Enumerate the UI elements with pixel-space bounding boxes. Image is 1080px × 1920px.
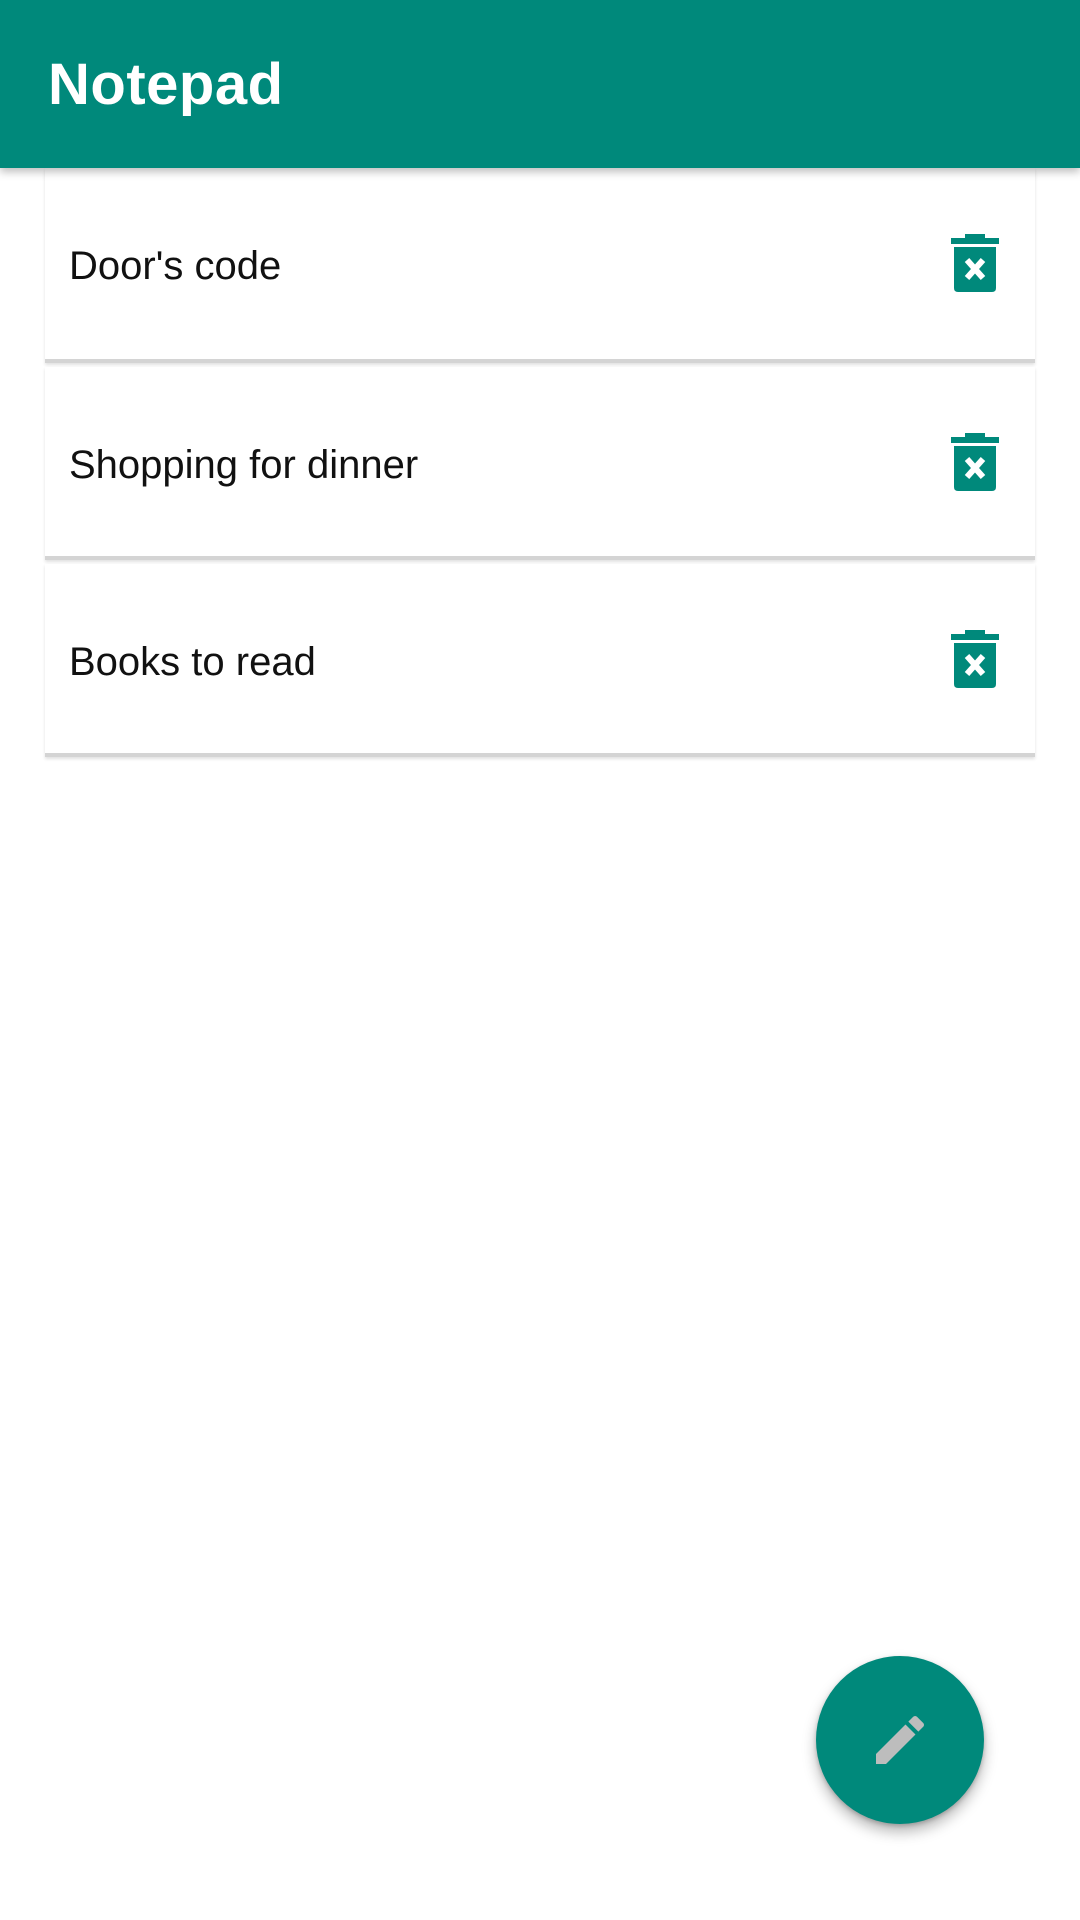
delete-forever-icon <box>951 234 999 292</box>
app-bar: Notepad <box>0 0 1080 168</box>
delete-note-button[interactable] <box>949 433 1001 493</box>
pencil-icon <box>876 1715 925 1764</box>
note-title: Door's code <box>69 244 282 288</box>
note-item[interactable]: Books to read <box>45 564 1035 757</box>
app-title: Notepad <box>48 52 284 117</box>
delete-forever-icon <box>951 433 999 491</box>
add-note-button[interactable] <box>816 1656 984 1824</box>
note-item[interactable]: Door's code <box>45 168 1035 363</box>
note-title: Books to read <box>69 640 316 684</box>
note-item[interactable]: Shopping for dinner <box>45 367 1035 560</box>
delete-note-button[interactable] <box>949 630 1001 690</box>
delete-forever-icon <box>951 630 999 688</box>
note-title: Shopping for dinner <box>69 443 419 487</box>
note-list: Door's code Shopping for dinner Books to… <box>45 168 1035 761</box>
delete-note-button[interactable] <box>949 234 1001 294</box>
